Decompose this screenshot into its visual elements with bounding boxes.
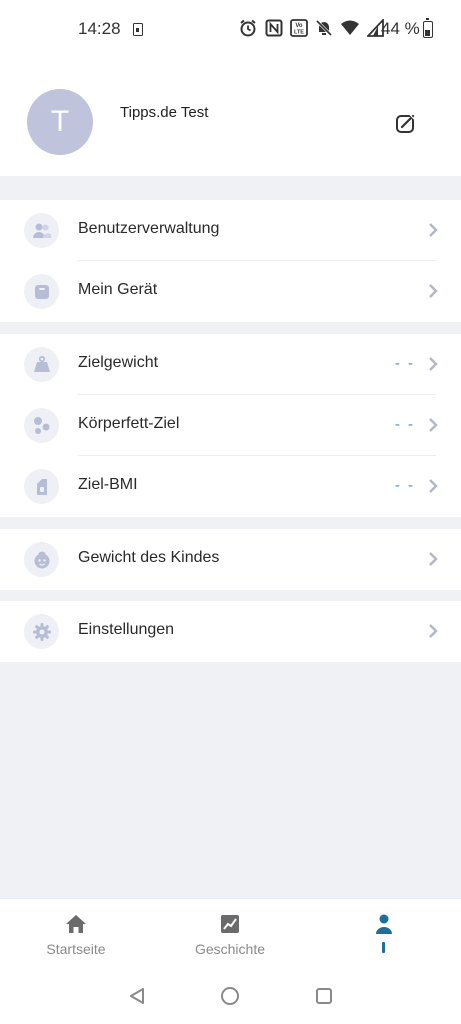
wifi-icon xyxy=(341,20,359,35)
chevron-right-icon xyxy=(429,624,438,638)
recents-icon[interactable] xyxy=(314,986,334,1006)
row-label: Benutzerverwaltung xyxy=(78,220,220,237)
chevron-right-icon xyxy=(429,284,438,298)
battery-icon xyxy=(423,18,433,38)
chevron-right-icon xyxy=(429,357,438,371)
home-icon xyxy=(66,915,86,933)
nav-geschichte[interactable]: Geschichte xyxy=(175,913,285,957)
child-group: Gewicht des Kindes xyxy=(0,529,461,590)
profile-header: T Tipps.de Test xyxy=(0,58,461,176)
account-group: Benutzerverwaltung Mein Gerät xyxy=(0,200,461,322)
battery-percent: 44 % xyxy=(381,19,420,38)
active-tab-indicator xyxy=(382,942,385,953)
row-label: Einstellungen xyxy=(78,621,175,638)
chevron-right-icon xyxy=(429,418,438,432)
row-label: Mein Gerät xyxy=(78,281,158,298)
row-label: Ziel-BMI xyxy=(78,476,138,493)
chevron-right-icon xyxy=(429,223,438,237)
weight-icon xyxy=(24,347,59,382)
row-value: - - xyxy=(394,355,415,372)
nav-profile[interactable] xyxy=(329,913,439,941)
system-nav-bar xyxy=(0,968,461,1024)
row-koerperfett-ziel[interactable]: Körperfett-Ziel - - xyxy=(0,395,461,456)
volte-icon: Vo LTE xyxy=(290,19,308,37)
row-gewicht-des-kindes[interactable]: Gewicht des Kindes xyxy=(0,529,461,590)
edit-profile-icon[interactable] xyxy=(393,111,419,137)
chart-icon xyxy=(221,915,239,933)
sim-icon xyxy=(133,23,143,36)
gear-icon xyxy=(24,614,59,649)
row-zielgewicht[interactable]: Zielgewicht - - xyxy=(0,334,461,395)
row-mein-geraet[interactable]: Mein Gerät xyxy=(0,261,461,322)
person-icon xyxy=(376,914,392,934)
settings-content: Benutzerverwaltung Mein Gerät Zielgewich… xyxy=(0,176,461,898)
row-value: - - xyxy=(394,416,415,433)
home-circle-icon[interactable] xyxy=(220,986,240,1006)
profile-name: Tipps.de Test xyxy=(120,104,209,121)
row-ziel-bmi[interactable]: Ziel-BMI - - xyxy=(0,456,461,517)
users-icon xyxy=(24,213,59,248)
svg-text:LTE: LTE xyxy=(294,30,304,36)
settings-group: Einstellungen xyxy=(0,601,461,662)
scale-device-icon xyxy=(24,274,59,309)
alarm-icon xyxy=(240,19,256,37)
chevron-right-icon xyxy=(429,479,438,493)
status-icons: Vo LTE xyxy=(238,18,385,38)
back-icon[interactable] xyxy=(127,986,147,1006)
row-label: Gewicht des Kindes xyxy=(78,549,220,566)
nfc-icon xyxy=(265,19,283,37)
goals-group: Zielgewicht - - Körperfett-Ziel - - Ziel… xyxy=(0,334,461,517)
row-value: - - xyxy=(394,477,415,494)
status-bar: 14:28 Vo LTE 44 % xyxy=(0,0,461,58)
baby-icon xyxy=(24,542,59,577)
status-time: 14:28 xyxy=(78,19,121,38)
row-benutzerverwaltung[interactable]: Benutzerverwaltung xyxy=(0,200,461,261)
bodyfat-icon xyxy=(24,408,59,443)
nav-startseite[interactable]: Startseite xyxy=(21,913,131,957)
row-label: Körperfett-Ziel xyxy=(78,415,180,432)
bottom-nav: Startseite Geschichte xyxy=(0,898,461,968)
avatar[interactable]: T xyxy=(27,89,93,155)
row-label: Zielgewicht xyxy=(78,354,159,371)
bmi-icon xyxy=(24,469,59,504)
chevron-right-icon xyxy=(429,552,438,566)
nav-label: Geschichte xyxy=(194,941,266,957)
mute-icon xyxy=(315,19,333,37)
row-einstellungen[interactable]: Einstellungen xyxy=(0,601,461,662)
svg-text:Vo: Vo xyxy=(295,23,303,29)
nav-label: Startseite xyxy=(46,941,106,957)
